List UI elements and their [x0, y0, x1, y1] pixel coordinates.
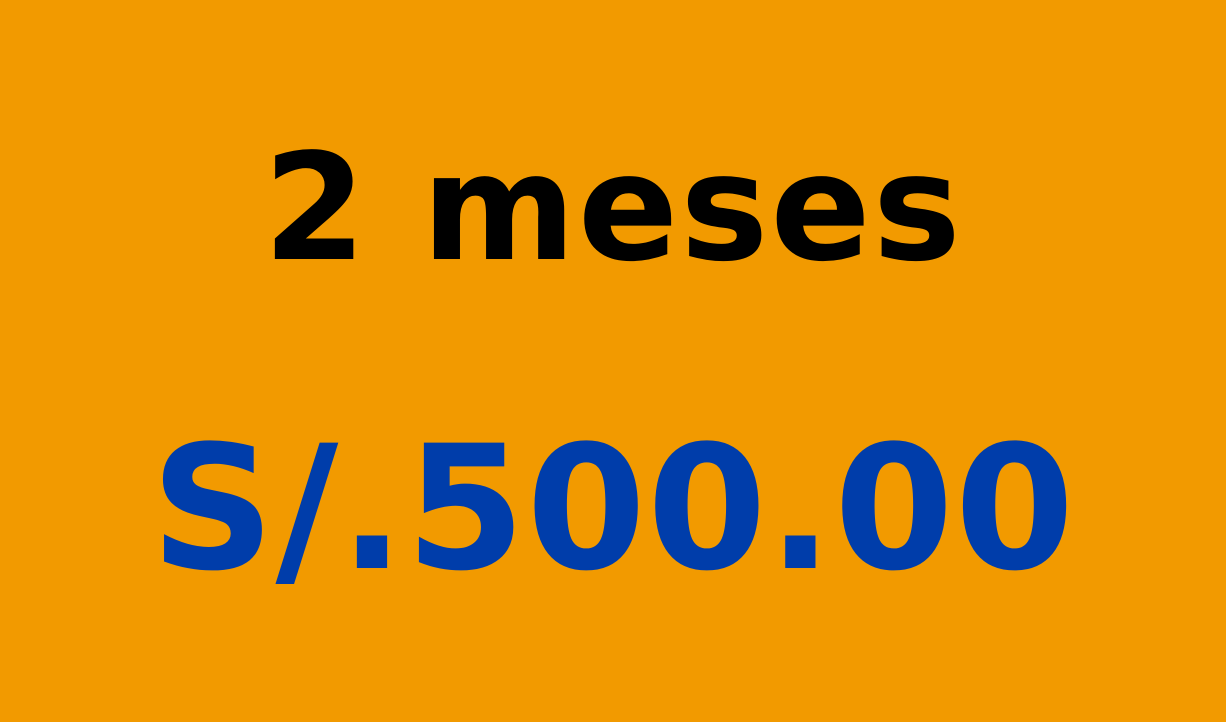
duration-label: 2 meses — [263, 122, 963, 294]
price-label: S/.500.00 — [150, 408, 1076, 609]
pricing-card: 2 meses S/.500.00 — [0, 0, 1226, 722]
